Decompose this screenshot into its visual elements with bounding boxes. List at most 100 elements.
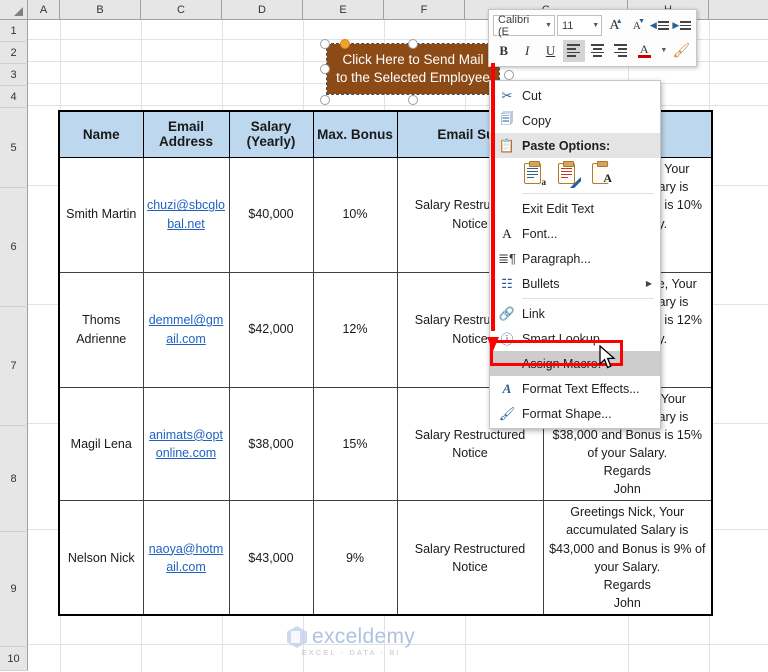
- email-link[interactable]: naoya@hotmail.com: [149, 542, 224, 574]
- context-menu-label-format-text-effects: Format Text Effects...: [522, 381, 640, 396]
- copy-icon: 🗐: [500, 110, 514, 126]
- email-link[interactable]: chuzi@sbcglobal.net: [147, 198, 225, 230]
- context-menu-item-cut[interactable]: ✂ Cut: [490, 83, 660, 108]
- context-menu-separator: [522, 193, 654, 194]
- cell-email: naoya@hotmail.com: [142, 500, 230, 616]
- underline-button[interactable]: U: [540, 40, 561, 62]
- table-row: Nelson Nick naoya@hotmail.com $43,000 9% Sal…: [58, 500, 713, 616]
- row-header-10[interactable]: 10: [0, 647, 28, 671]
- cell-salary: $42,000: [228, 271, 314, 388]
- cell-email-subject: Salary Restructured Notice: [396, 500, 544, 616]
- increase-indent-icon[interactable]: ▶: [672, 15, 692, 37]
- shape-handle-middle-left[interactable]: [320, 64, 330, 74]
- font-name-combobox[interactable]: Calibri (E ▼: [493, 13, 555, 38]
- paste-keep-source-formatting-icon[interactable]: a: [520, 161, 546, 187]
- cell-email: demmel@gmail.com: [142, 271, 230, 388]
- font-icon: A: [502, 225, 512, 241]
- font-color-icon[interactable]: A: [634, 40, 655, 62]
- smart-lookup-icon: ⓘ: [500, 332, 514, 347]
- context-menu-label-exit-edit-text: Exit Edit Text: [522, 201, 595, 216]
- align-right-icon[interactable]: [610, 40, 631, 62]
- align-left-icon[interactable]: [563, 39, 585, 62]
- column-header-d[interactable]: D: [222, 0, 303, 19]
- clipboard-icon: 📋: [498, 137, 516, 153]
- cell-salary: $38,000: [228, 386, 314, 502]
- row-header-8[interactable]: 8: [0, 426, 28, 532]
- text-effects-icon: A: [502, 380, 512, 396]
- bullets-icon: ☷: [501, 275, 513, 291]
- row-header-2[interactable]: 2: [0, 42, 28, 64]
- context-menu-label-link: Link: [522, 306, 545, 321]
- excel-worksheet: A B C D E F G H 1 2 3 4 5 6 7 8 9 10 Nam…: [0, 0, 768, 672]
- paste-keep-text-only-icon[interactable]: A: [588, 161, 614, 187]
- cell-email: chuzi@sbcglobal.net: [142, 156, 230, 273]
- column-header-f[interactable]: F: [384, 0, 465, 19]
- column-header-b[interactable]: B: [60, 0, 141, 19]
- context-menu-item-exit-edit-text[interactable]: Exit Edit Text: [490, 196, 660, 221]
- context-menu-item-paragraph[interactable]: ≣¶ Paragraph...: [490, 246, 660, 271]
- grow-font-icon[interactable]: A ▲: [604, 15, 624, 37]
- context-menu-item-format-text-effects[interactable]: A Format Text Effects...: [490, 376, 660, 401]
- shape-handle-top-center[interactable]: [408, 39, 418, 49]
- row-header-9[interactable]: 9: [0, 532, 28, 647]
- paste-options-gallery: a A: [490, 158, 660, 191]
- row-header-1[interactable]: 1: [0, 20, 28, 42]
- context-menu-item-assign-macro[interactable]: Assign Macro.: [490, 351, 660, 376]
- select-all-corner[interactable]: [0, 0, 28, 19]
- context-menu-label-format-shape: Format Shape...: [522, 406, 612, 421]
- column-header-e[interactable]: E: [303, 0, 384, 19]
- format-shape-icon: 🖌: [498, 405, 516, 421]
- context-menu-label-paste-options: Paste Options:: [522, 138, 611, 153]
- context-menu-item-bullets[interactable]: ☷ Bullets ▶: [490, 271, 660, 296]
- send-mail-shape-button[interactable]: Click Here to Send Mail to the Selected …: [326, 43, 500, 95]
- cell-salary: $43,000: [228, 500, 314, 616]
- mini-formatting-toolbar: Calibri (E ▼ 11 ▼ A ▲ A ▼ ◀ ▶ B I U A ▼ …: [488, 9, 697, 67]
- shape-handle-middle-right[interactable]: [504, 70, 514, 80]
- chevron-down-icon: ▼: [592, 22, 600, 29]
- context-menu-paste-options-header: 📋 Paste Options:: [490, 133, 660, 158]
- row-header-5[interactable]: 5: [0, 108, 28, 188]
- context-menu-label-smart-lookup: Smart Lookup: [522, 331, 600, 346]
- down-tick-icon: ▼: [638, 17, 646, 25]
- font-size-value: 11: [561, 19, 574, 32]
- shape-rotate-handle[interactable]: [340, 39, 350, 49]
- decrease-indent-icon[interactable]: ◀: [649, 15, 669, 37]
- paragraph-icon: ≣¶: [498, 250, 516, 266]
- align-center-icon[interactable]: [587, 40, 608, 62]
- row-header-4[interactable]: 4: [0, 86, 28, 108]
- cell-name: Smith Martin: [58, 156, 144, 273]
- scissors-icon: ✂: [501, 87, 513, 103]
- shape-handle-top-left[interactable]: [320, 39, 330, 49]
- context-menu-item-smart-lookup[interactable]: ⓘ Smart Lookup: [490, 326, 660, 351]
- shape-handle-bottom-center[interactable]: [408, 95, 418, 105]
- cell-bonus: 12%: [312, 271, 398, 388]
- paste-merge-formatting-icon[interactable]: [554, 161, 581, 188]
- font-name-value: Calibri (E: [498, 13, 530, 38]
- table-header-name: Name: [58, 110, 144, 158]
- font-size-combobox[interactable]: 11 ▼: [556, 15, 603, 36]
- link-icon: 🔗: [498, 305, 516, 321]
- cell-bonus: 10%: [312, 156, 398, 273]
- format-painter-icon[interactable]: 🖌: [671, 40, 692, 62]
- italic-button[interactable]: I: [516, 40, 537, 62]
- email-link[interactable]: demmel@gmail.com: [149, 313, 224, 345]
- shape-context-menu: ✂ Cut 🗐 Copy 📋 Paste Options: a A Exit E…: [489, 80, 661, 429]
- context-menu-item-link[interactable]: 🔗 Link: [490, 301, 660, 326]
- row-header-3[interactable]: 3: [0, 64, 28, 86]
- cell-name: Thoms Adrienne: [58, 271, 144, 388]
- shrink-font-icon[interactable]: A ▼: [627, 15, 647, 37]
- cell-salary: $40,000: [228, 156, 314, 273]
- context-menu-label-bullets: Bullets: [522, 276, 560, 291]
- bold-button[interactable]: B: [493, 40, 514, 62]
- shape-handle-bottom-left[interactable]: [320, 95, 330, 105]
- context-menu-item-font[interactable]: A Font...: [490, 221, 660, 246]
- row-header-7[interactable]: 7: [0, 307, 28, 426]
- column-header-a[interactable]: A: [28, 0, 60, 19]
- mouse-cursor-icon: [599, 345, 616, 369]
- email-link[interactable]: animats@optonline.com: [149, 428, 223, 460]
- column-header-c[interactable]: C: [141, 0, 222, 19]
- row-header-6[interactable]: 6: [0, 188, 28, 307]
- context-menu-item-copy[interactable]: 🗐 Copy: [490, 108, 660, 133]
- context-menu-item-format-shape[interactable]: 🖌 Format Shape...: [490, 401, 660, 426]
- font-color-dropdown-icon[interactable]: ▼: [657, 40, 669, 62]
